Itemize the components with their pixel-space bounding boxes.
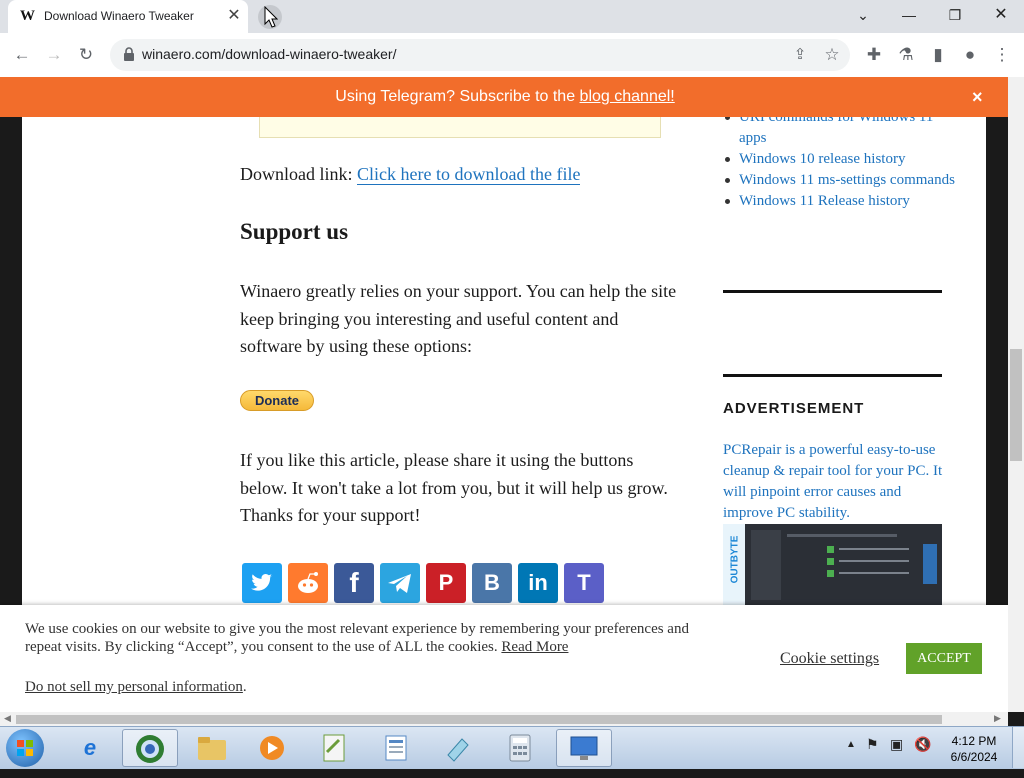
telegram-banner: Using Telegram? Subscribe to the blog ch… — [0, 77, 1024, 117]
forward-icon[interactable]: → — [40, 41, 68, 69]
sidebar-divider — [723, 374, 942, 377]
internet-explorer-icon[interactable]: e — [62, 729, 118, 767]
vkontakte-share-icon[interactable]: B — [472, 563, 512, 603]
url-text: winaero.com/download-winaero-tweaker/ — [142, 46, 397, 62]
donate-button[interactable]: Donate — [240, 390, 314, 411]
snipping-tool-icon[interactable] — [430, 729, 486, 767]
download-line: Download link: Click here to download th… — [240, 164, 581, 185]
action-center-flag-icon[interactable]: ⚑ — [866, 736, 879, 753]
teams-share-icon[interactable]: T — [564, 563, 604, 603]
code-box — [259, 117, 661, 138]
linkedin-share-icon[interactable]: in — [518, 563, 558, 603]
remote-desktop-icon[interactable] — [556, 729, 612, 767]
browser-toolbar: ← → ↻ winaero.com/download-winaero-tweak… — [0, 33, 1024, 78]
sidebar-item-win11-history[interactable]: Windows 11 Release history — [723, 191, 963, 212]
tab-search-icon[interactable]: ⌄ — [840, 0, 886, 30]
ad-brand: OUTBYTE — [729, 535, 741, 584]
close-window-button[interactable]: ✕ — [978, 0, 1024, 30]
vertical-scroll-thumb[interactable] — [1010, 349, 1022, 461]
facebook-share-icon[interactable]: f — [334, 563, 374, 603]
ad-screenshot-row — [787, 534, 897, 537]
clock-time: 4:12 PM — [951, 734, 997, 748]
mouse-cursor-icon — [264, 6, 278, 28]
sidebar-item-uri-commands[interactable]: URI commands for Windows 11 apps — [723, 117, 963, 149]
file-explorer-icon[interactable] — [184, 729, 240, 767]
wordpad-icon[interactable] — [368, 729, 424, 767]
side-panel-icon[interactable]: ▮ — [924, 41, 952, 69]
scroll-left-arrow-icon[interactable]: ◀ — [4, 713, 11, 724]
sidebar-divider — [723, 290, 942, 293]
banner-close-icon[interactable]: × — [972, 87, 983, 108]
ad-check-icon — [827, 546, 834, 553]
favicon-icon: W — [20, 8, 35, 24]
ad-link[interactable]: PCRepair is a powerful easy-to-use clean… — [723, 440, 948, 524]
cookie-consent-bar: We use cookies on our website to give yo… — [0, 605, 1008, 712]
support-paragraph: Winaero greatly relies on your support. … — [240, 281, 677, 356]
reload-icon[interactable]: ↻ — [72, 41, 100, 69]
clock-date: 6/6/2024 — [950, 750, 998, 764]
horizontal-scroll-thumb[interactable] — [16, 715, 942, 724]
ad-check-icon — [827, 570, 834, 577]
back-icon[interactable]: ← — [8, 41, 36, 69]
bookmark-star-icon[interactable]: ☆ — [818, 41, 846, 69]
scroll-right-arrow-icon[interactable]: ▶ — [994, 713, 1001, 724]
notepad-plus-plus-icon[interactable] — [306, 729, 362, 767]
do-not-sell-link[interactable]: Do not sell my personal information — [25, 679, 243, 695]
tab-title: Download Winaero Tweaker — [44, 9, 194, 23]
extension-flask-icon[interactable]: ⚗ — [892, 41, 920, 69]
telegram-share-icon[interactable] — [380, 563, 420, 603]
share-icon[interactable]: ⇪ — [786, 41, 814, 69]
start-button[interactable] — [6, 729, 44, 767]
support-heading: Support us — [240, 219, 349, 244]
extensions-icon[interactable]: ✚ — [860, 41, 888, 69]
ad-screenshot-panel — [923, 544, 937, 584]
ad-screenshot-sidebar — [751, 530, 781, 600]
pinterest-share-icon[interactable]: P — [426, 563, 466, 603]
ad-screenshot-row — [839, 548, 909, 550]
sidebar-item-win10-history[interactable]: Windows 10 release history — [723, 149, 963, 170]
reddit-share-icon[interactable] — [288, 563, 328, 603]
media-player-icon[interactable] — [244, 729, 300, 767]
chrome-taskbar-icon[interactable] — [122, 729, 178, 767]
ad-heading: ADVERTISEMENT — [723, 400, 865, 417]
ad-screenshot-row — [839, 572, 909, 574]
share-paragraph: If you like this article, please share i… — [240, 450, 668, 525]
cookie-settings-link[interactable]: Cookie settings — [780, 650, 879, 668]
restore-button[interactable]: ❐ — [932, 0, 978, 30]
download-label: Download link: — [240, 164, 357, 184]
sidebar-list: URI commands for Windows 11 apps Windows… — [723, 117, 963, 212]
accept-button[interactable]: ACCEPT — [906, 643, 982, 674]
ad-image[interactable]: OUTBYTE — [723, 524, 942, 606]
show-desktop-button[interactable] — [1012, 727, 1024, 768]
network-icon[interactable]: ▣ — [890, 736, 903, 753]
download-link[interactable]: Click here to download the file — [357, 164, 581, 185]
cookie-text: We use cookies on our website to give yo… — [25, 621, 689, 655]
blog-channel-link[interactable]: blog channel! — [580, 88, 675, 105]
sidebar-item-ms-settings[interactable]: Windows 11 ms-settings commands — [723, 170, 963, 191]
ad-check-icon — [827, 558, 834, 565]
banner-text: Using Telegram? Subscribe to the — [335, 88, 580, 105]
read-more-link[interactable]: Read More — [501, 639, 568, 655]
tab-active[interactable]: W Download Winaero Tweaker ✕ — [8, 0, 248, 33]
volume-muted-icon[interactable]: 🔇 — [914, 736, 931, 753]
taskbar-clock[interactable]: 4:12 PM 6/6/2024 — [942, 733, 1006, 765]
twitter-share-icon[interactable] — [242, 563, 282, 603]
calculator-icon[interactable] — [492, 729, 548, 767]
profile-avatar-icon[interactable]: ● — [956, 41, 984, 69]
show-hidden-icons-icon[interactable]: ▲ — [846, 739, 856, 750]
menu-kebab-icon[interactable]: ⋮ — [988, 41, 1016, 69]
ad-screenshot-row — [839, 560, 909, 562]
minimize-button[interactable]: — — [886, 0, 932, 30]
address-bar[interactable]: winaero.com/download-winaero-tweaker/ ⇪ … — [110, 39, 850, 71]
tab-close-icon[interactable]: ✕ — [224, 6, 244, 26]
lock-icon — [124, 47, 134, 61]
